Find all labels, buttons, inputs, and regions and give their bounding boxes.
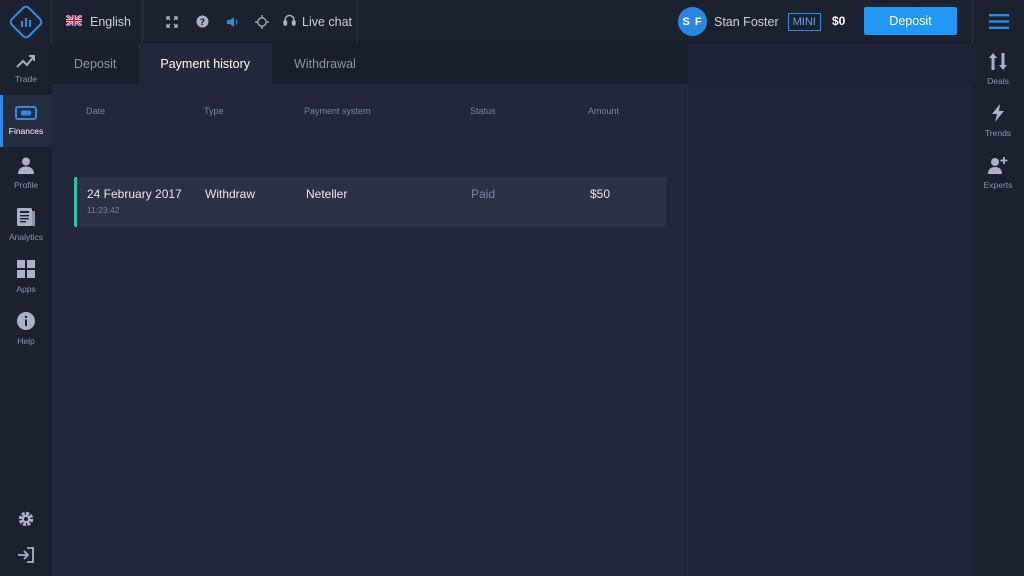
avatar: S F: [678, 7, 707, 36]
nav-label-help: Help: [17, 336, 35, 346]
tab-payment-history[interactable]: Payment history: [138, 43, 273, 84]
toolbar: ? Live chat: [143, 0, 358, 43]
up-down-arrows-icon: [989, 52, 1007, 72]
nav-item-finances[interactable]: Finances: [0, 95, 52, 147]
question-icon[interactable]: ?: [187, 0, 217, 43]
payment-history-panel: Date Type Payment system Status Amount 2…: [52, 84, 688, 576]
row-payment-system: Neteller: [306, 187, 348, 201]
uk-flag-icon: [65, 13, 83, 29]
row-time: 11:23:42: [87, 205, 120, 215]
live-chat-label: Live chat: [302, 14, 353, 29]
nav-item-help[interactable]: Help: [0, 303, 52, 355]
nav-label-trends: Trends: [984, 128, 1012, 138]
row-amount: $50: [590, 187, 611, 201]
nav-item-trends[interactable]: Trends: [972, 95, 1024, 147]
live-chat-button[interactable]: Live chat: [277, 14, 352, 30]
logout-icon[interactable]: [17, 547, 35, 568]
nav-label-deals: Deals: [987, 75, 1009, 86]
row-date: 24 February 2017: [87, 187, 182, 201]
tab-deposit[interactable]: Deposit: [52, 43, 138, 84]
user-profile[interactable]: S F Stan Foster MINI: [678, 7, 821, 36]
nav-label-finances: Finances: [8, 126, 44, 136]
nav-item-analytics[interactable]: Analytics: [0, 199, 52, 251]
account-tier-badge: MINI: [787, 12, 821, 31]
nav-item-experts[interactable]: Experts: [972, 147, 1024, 199]
column-header-date: Date: [86, 106, 106, 116]
user-icon: [18, 157, 34, 176]
hamburger-menu-icon[interactable]: [972, 0, 1024, 43]
gear-icon[interactable]: [17, 510, 35, 533]
crosshair-icon[interactable]: [247, 0, 277, 43]
deposit-button[interactable]: Deposit: [864, 7, 957, 35]
user-name: Stan Foster: [714, 14, 779, 29]
logo-icon: [7, 3, 44, 40]
left-sidebar: Trade Finances Profile Analytics Apps He…: [0, 43, 52, 576]
info-icon: [17, 312, 35, 332]
nav-label-trade: Trade: [15, 74, 37, 84]
nav-item-deals[interactable]: Deals: [972, 43, 1024, 95]
column-header-type: Type: [204, 106, 224, 116]
news-icon: [17, 208, 35, 228]
column-header-payment-system: Payment system: [304, 106, 371, 116]
top-bar: English ? Live chat S F Stan Foster MINI…: [0, 0, 1024, 43]
side-panel: [688, 84, 972, 576]
balance: $0: [832, 14, 846, 28]
nav-label-experts: Experts: [983, 180, 1013, 190]
nav-item-profile[interactable]: Profile: [0, 147, 52, 199]
trend-up-icon: [16, 54, 36, 70]
table-row[interactable]: 24 February 2017 11:23:42 Withdraw Netel…: [74, 177, 666, 227]
add-user-icon: [988, 156, 1008, 176]
headset-icon: [283, 14, 296, 30]
right-sidebar: Deals Trends Experts: [972, 43, 1024, 576]
column-header-status: Status: [470, 106, 496, 116]
main-content: Deposit Payment history Withdrawal Date …: [52, 43, 972, 576]
lightning-icon: [992, 104, 1004, 124]
language-label: English: [90, 14, 131, 29]
column-header-amount: Amount: [588, 106, 620, 116]
nav-item-trade[interactable]: Trade: [0, 43, 52, 95]
wallet-icon: [15, 106, 37, 122]
sidebar-footer: [0, 510, 52, 568]
fullscreen-icon[interactable]: [157, 0, 187, 43]
finance-tabs: Deposit Payment history Withdrawal: [52, 43, 688, 84]
nav-item-apps[interactable]: Apps: [0, 251, 52, 303]
row-status: Paid: [471, 187, 496, 201]
nav-label-profile: Profile: [13, 179, 39, 190]
sound-icon[interactable]: [217, 0, 247, 43]
grid-icon: [17, 260, 35, 280]
nav-label-apps: Apps: [16, 284, 36, 294]
logo[interactable]: [0, 0, 52, 43]
language-selector[interactable]: English: [52, 0, 143, 43]
nav-label-analytics: Analytics: [8, 232, 43, 242]
svg-text:?: ?: [199, 18, 204, 28]
row-type: Withdraw: [205, 187, 256, 201]
tab-withdrawal[interactable]: Withdrawal: [272, 43, 378, 84]
